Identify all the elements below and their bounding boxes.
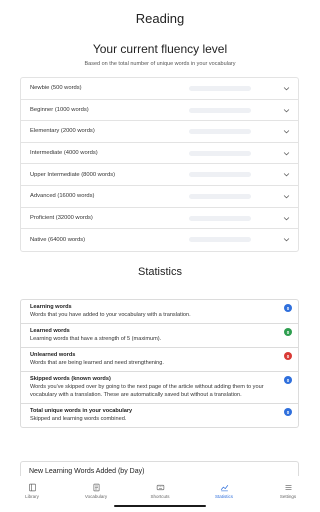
chevron-down-icon[interactable] bbox=[283, 171, 290, 178]
stat-title: Total unique words in your vocabulary bbox=[30, 408, 133, 414]
settings-icon bbox=[285, 485, 291, 490]
stat-item-learned: Learned words Learning words that have a… bbox=[21, 324, 298, 348]
level-progress-bar bbox=[189, 129, 251, 135]
fluency-subtitle: Based on the total number of unique word… bbox=[84, 61, 236, 67]
level-row[interactable]: Native (64000 words) bbox=[21, 229, 298, 251]
statistics-icon bbox=[220, 485, 228, 492]
nav-item-library[interactable]: Library bbox=[0, 476, 64, 512]
level-row[interactable]: Upper Intermediate (8000 words) bbox=[21, 164, 298, 186]
page-title: Reading bbox=[135, 11, 185, 26]
count-badge: 0 bbox=[284, 352, 292, 360]
fluency-title: Your current fluency level bbox=[92, 42, 228, 56]
level-progress-bar bbox=[189, 215, 251, 221]
chevron-down-icon[interactable] bbox=[283, 150, 290, 157]
stat-item-unlearned: Unlearned words Words that are being lea… bbox=[21, 348, 298, 372]
nav-label: Statistics bbox=[214, 494, 233, 499]
count-badge: 0 bbox=[284, 304, 292, 312]
level-row[interactable]: Proficient (32000 words) bbox=[21, 208, 298, 230]
level-row[interactable]: Elementary (2000 words) bbox=[21, 121, 298, 143]
level-progress-bar bbox=[189, 107, 251, 113]
count-badge: 0 bbox=[284, 376, 292, 384]
stat-title: Unlearned words bbox=[30, 352, 76, 358]
stat-item-learning: Learning words Words that you have added… bbox=[21, 300, 298, 324]
daily-words-title: New Learning Words Added (by Day) bbox=[29, 468, 145, 475]
level-row[interactable]: Intermediate (4000 words) bbox=[21, 143, 298, 165]
level-progress-bar bbox=[189, 86, 251, 91]
nav-item-settings[interactable]: Settings bbox=[256, 476, 320, 512]
stat-title: Skipped words (known words) bbox=[30, 376, 111, 382]
stat-description: Words you've skipped over by going to th… bbox=[30, 384, 264, 398]
vocabulary-icon bbox=[93, 483, 99, 492]
chevron-down-icon[interactable] bbox=[283, 193, 290, 200]
stat-title: Learning words bbox=[30, 304, 72, 310]
nav-label: Shortcuts bbox=[150, 494, 170, 499]
statistics-title: Statistics bbox=[137, 266, 182, 278]
fluency-level-list: Newbie (500 words) Beginner (1000 words)… bbox=[20, 77, 299, 252]
stat-description: Words that you have added to your vocabu… bbox=[30, 312, 191, 318]
stat-item-total: Total unique words in your vocabulary Sk… bbox=[21, 404, 298, 427]
count-badge: 0 bbox=[284, 328, 292, 336]
stat-description: Skipped and learning words combined. bbox=[30, 416, 127, 422]
chevron-down-icon[interactable] bbox=[283, 128, 290, 135]
chevron-down-icon[interactable] bbox=[283, 215, 290, 222]
chevron-down-icon[interactable] bbox=[283, 236, 290, 243]
nav-label: Library bbox=[25, 494, 39, 499]
shortcuts-icon bbox=[156, 484, 164, 491]
level-progress-bar bbox=[189, 237, 251, 243]
level-progress-bar bbox=[189, 150, 251, 156]
statistics-list: Learning words Words that you have added… bbox=[20, 299, 299, 428]
stat-description: Learning words that have a strength of 5… bbox=[30, 336, 162, 342]
count-badge: 0 bbox=[284, 408, 292, 416]
stat-item-skipped: Skipped words (known words) Words you've… bbox=[21, 372, 298, 404]
stat-title: Learned words bbox=[30, 328, 70, 334]
home-indicator bbox=[114, 505, 206, 507]
chevron-down-icon[interactable] bbox=[283, 107, 290, 114]
library-icon bbox=[28, 483, 36, 492]
stat-description: Words that are being learned and need st… bbox=[30, 360, 164, 366]
chevron-down-icon[interactable] bbox=[283, 85, 290, 92]
level-row[interactable]: Advanced (16000 words) bbox=[21, 186, 298, 208]
level-progress-bar bbox=[189, 172, 251, 178]
nav-label: Settings bbox=[279, 494, 297, 499]
level-progress-bar bbox=[189, 193, 251, 199]
nav-label: Vocabulary bbox=[84, 494, 108, 499]
level-row[interactable]: Beginner (1000 words) bbox=[21, 100, 298, 122]
level-row[interactable]: Newbie (500 words) bbox=[21, 78, 298, 100]
